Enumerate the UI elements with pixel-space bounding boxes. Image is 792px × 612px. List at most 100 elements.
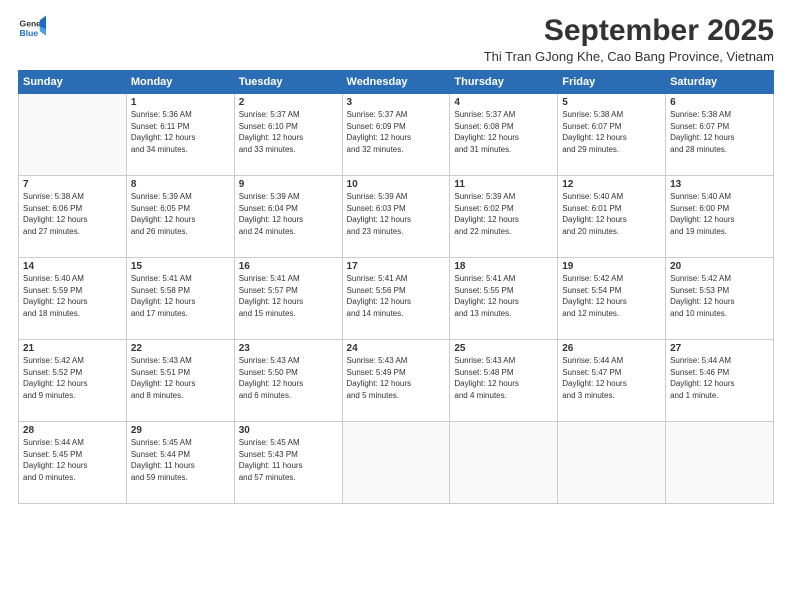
day-number: 11 [454,179,553,190]
calendar-cell: 12Sunrise: 5:40 AM Sunset: 6:01 PM Dayli… [558,176,666,258]
logo: General Blue [18,14,46,42]
cell-info: Sunrise: 5:39 AM Sunset: 6:05 PM Dayligh… [131,191,230,237]
subtitle: Thi Tran GJong Khe, Cao Bang Province, V… [484,49,774,64]
cell-info: Sunrise: 5:42 AM Sunset: 5:54 PM Dayligh… [562,273,661,319]
day-number: 30 [239,425,338,436]
calendar-cell: 20Sunrise: 5:42 AM Sunset: 5:53 PM Dayli… [666,258,774,340]
header-row: SundayMondayTuesdayWednesdayThursdayFrid… [19,71,774,94]
calendar-cell: 25Sunrise: 5:43 AM Sunset: 5:48 PM Dayli… [450,340,558,422]
cell-info: Sunrise: 5:39 AM Sunset: 6:03 PM Dayligh… [347,191,446,237]
day-number: 13 [670,179,769,190]
cell-info: Sunrise: 5:41 AM Sunset: 5:58 PM Dayligh… [131,273,230,319]
day-number: 2 [239,97,338,108]
day-header-monday: Monday [126,71,234,94]
calendar-cell: 3Sunrise: 5:37 AM Sunset: 6:09 PM Daylig… [342,94,450,176]
day-number: 15 [131,261,230,272]
calendar-cell: 2Sunrise: 5:37 AM Sunset: 6:10 PM Daylig… [234,94,342,176]
day-number: 28 [23,425,122,436]
calendar-cell: 19Sunrise: 5:42 AM Sunset: 5:54 PM Dayli… [558,258,666,340]
calendar-cell: 7Sunrise: 5:38 AM Sunset: 6:06 PM Daylig… [19,176,127,258]
day-number: 21 [23,343,122,354]
cell-info: Sunrise: 5:44 AM Sunset: 5:47 PM Dayligh… [562,355,661,401]
day-number: 25 [454,343,553,354]
calendar-cell: 14Sunrise: 5:40 AM Sunset: 5:59 PM Dayli… [19,258,127,340]
day-number: 5 [562,97,661,108]
calendar-cell: 1Sunrise: 5:36 AM Sunset: 6:11 PM Daylig… [126,94,234,176]
cell-info: Sunrise: 5:40 AM Sunset: 5:59 PM Dayligh… [23,273,122,319]
cell-info: Sunrise: 5:40 AM Sunset: 6:01 PM Dayligh… [562,191,661,237]
cell-info: Sunrise: 5:42 AM Sunset: 5:53 PM Dayligh… [670,273,769,319]
calendar-cell: 13Sunrise: 5:40 AM Sunset: 6:00 PM Dayli… [666,176,774,258]
day-number: 4 [454,97,553,108]
calendar-cell: 29Sunrise: 5:45 AM Sunset: 5:44 PM Dayli… [126,422,234,504]
day-header-tuesday: Tuesday [234,71,342,94]
day-number: 20 [670,261,769,272]
day-header-wednesday: Wednesday [342,71,450,94]
cell-info: Sunrise: 5:40 AM Sunset: 6:00 PM Dayligh… [670,191,769,237]
calendar-cell: 6Sunrise: 5:38 AM Sunset: 6:07 PM Daylig… [666,94,774,176]
cell-info: Sunrise: 5:43 AM Sunset: 5:50 PM Dayligh… [239,355,338,401]
day-header-saturday: Saturday [666,71,774,94]
calendar-cell: 21Sunrise: 5:42 AM Sunset: 5:52 PM Dayli… [19,340,127,422]
day-number: 29 [131,425,230,436]
calendar: SundayMondayTuesdayWednesdayThursdayFrid… [18,70,774,504]
calendar-cell: 17Sunrise: 5:41 AM Sunset: 5:56 PM Dayli… [342,258,450,340]
cell-info: Sunrise: 5:44 AM Sunset: 5:46 PM Dayligh… [670,355,769,401]
calendar-cell: 26Sunrise: 5:44 AM Sunset: 5:47 PM Dayli… [558,340,666,422]
calendar-cell [666,422,774,504]
week-row-5: 28Sunrise: 5:44 AM Sunset: 5:45 PM Dayli… [19,422,774,504]
calendar-cell: 11Sunrise: 5:39 AM Sunset: 6:02 PM Dayli… [450,176,558,258]
calendar-cell: 9Sunrise: 5:39 AM Sunset: 6:04 PM Daylig… [234,176,342,258]
day-number: 23 [239,343,338,354]
day-number: 12 [562,179,661,190]
cell-info: Sunrise: 5:38 AM Sunset: 6:07 PM Dayligh… [670,109,769,155]
calendar-cell: 10Sunrise: 5:39 AM Sunset: 6:03 PM Dayli… [342,176,450,258]
page: General Blue September 2025 Thi Tran GJo… [0,0,792,612]
cell-info: Sunrise: 5:41 AM Sunset: 5:57 PM Dayligh… [239,273,338,319]
cell-info: Sunrise: 5:41 AM Sunset: 5:56 PM Dayligh… [347,273,446,319]
day-number: 7 [23,179,122,190]
calendar-cell [19,94,127,176]
cell-info: Sunrise: 5:45 AM Sunset: 5:43 PM Dayligh… [239,437,338,483]
cell-info: Sunrise: 5:41 AM Sunset: 5:55 PM Dayligh… [454,273,553,319]
week-row-4: 21Sunrise: 5:42 AM Sunset: 5:52 PM Dayli… [19,340,774,422]
calendar-cell: 16Sunrise: 5:41 AM Sunset: 5:57 PM Dayli… [234,258,342,340]
week-row-2: 7Sunrise: 5:38 AM Sunset: 6:06 PM Daylig… [19,176,774,258]
calendar-cell: 18Sunrise: 5:41 AM Sunset: 5:55 PM Dayli… [450,258,558,340]
calendar-cell: 22Sunrise: 5:43 AM Sunset: 5:51 PM Dayli… [126,340,234,422]
svg-text:Blue: Blue [20,28,39,38]
week-row-3: 14Sunrise: 5:40 AM Sunset: 5:59 PM Dayli… [19,258,774,340]
day-number: 18 [454,261,553,272]
day-number: 27 [670,343,769,354]
cell-info: Sunrise: 5:43 AM Sunset: 5:48 PM Dayligh… [454,355,553,401]
cell-info: Sunrise: 5:36 AM Sunset: 6:11 PM Dayligh… [131,109,230,155]
calendar-cell [558,422,666,504]
week-row-1: 1Sunrise: 5:36 AM Sunset: 6:11 PM Daylig… [19,94,774,176]
day-header-friday: Friday [558,71,666,94]
day-number: 19 [562,261,661,272]
title-block: September 2025 Thi Tran GJong Khe, Cao B… [484,14,774,64]
calendar-cell: 27Sunrise: 5:44 AM Sunset: 5:46 PM Dayli… [666,340,774,422]
calendar-cell: 28Sunrise: 5:44 AM Sunset: 5:45 PM Dayli… [19,422,127,504]
cell-info: Sunrise: 5:37 AM Sunset: 6:09 PM Dayligh… [347,109,446,155]
cell-info: Sunrise: 5:45 AM Sunset: 5:44 PM Dayligh… [131,437,230,483]
cell-info: Sunrise: 5:38 AM Sunset: 6:07 PM Dayligh… [562,109,661,155]
month-title: September 2025 [484,14,774,47]
cell-info: Sunrise: 5:42 AM Sunset: 5:52 PM Dayligh… [23,355,122,401]
day-number: 1 [131,97,230,108]
cell-info: Sunrise: 5:39 AM Sunset: 6:04 PM Dayligh… [239,191,338,237]
cell-info: Sunrise: 5:37 AM Sunset: 6:10 PM Dayligh… [239,109,338,155]
calendar-cell: 8Sunrise: 5:39 AM Sunset: 6:05 PM Daylig… [126,176,234,258]
cell-info: Sunrise: 5:44 AM Sunset: 5:45 PM Dayligh… [23,437,122,483]
calendar-cell: 24Sunrise: 5:43 AM Sunset: 5:49 PM Dayli… [342,340,450,422]
calendar-cell [342,422,450,504]
day-number: 24 [347,343,446,354]
day-number: 26 [562,343,661,354]
day-header-sunday: Sunday [19,71,127,94]
header: General Blue September 2025 Thi Tran GJo… [18,14,774,64]
cell-info: Sunrise: 5:37 AM Sunset: 6:08 PM Dayligh… [454,109,553,155]
calendar-cell: 30Sunrise: 5:45 AM Sunset: 5:43 PM Dayli… [234,422,342,504]
calendar-cell: 4Sunrise: 5:37 AM Sunset: 6:08 PM Daylig… [450,94,558,176]
cell-info: Sunrise: 5:38 AM Sunset: 6:06 PM Dayligh… [23,191,122,237]
calendar-cell: 5Sunrise: 5:38 AM Sunset: 6:07 PM Daylig… [558,94,666,176]
